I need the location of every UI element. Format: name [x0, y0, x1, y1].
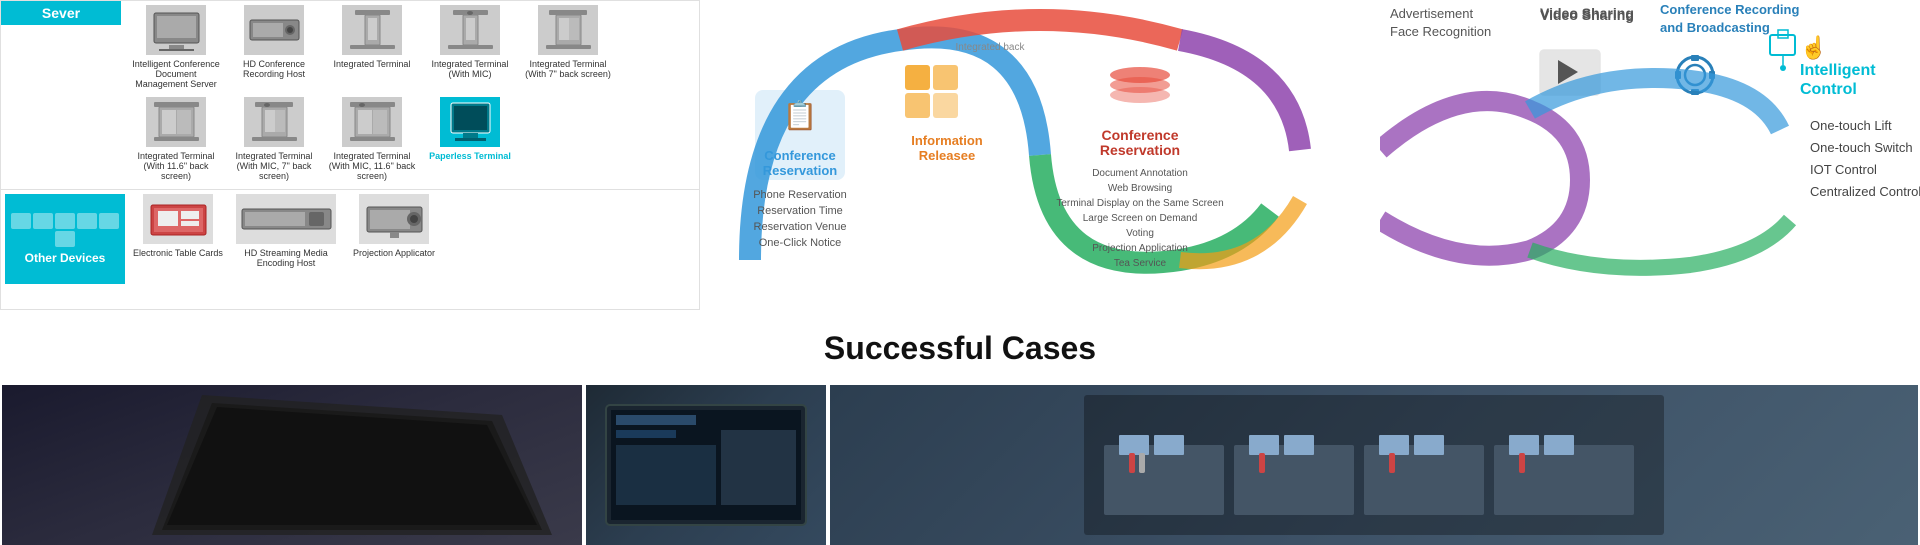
case-image-1 [2, 385, 582, 545]
left-panel: Sever Intelligent Conference Document Ma… [0, 0, 700, 310]
device-electronic-table-cards: Electronic Table Cards [133, 194, 223, 284]
mini-icon-6 [55, 231, 75, 247]
svg-text:Large Screen on Demand: Large Screen on Demand [1083, 213, 1198, 224]
svg-text:Conference: Conference [764, 148, 836, 163]
device-label-terminal-116back: Integrated Terminal (With 11.6" back scr… [131, 151, 221, 181]
device-icon-terminal-116back [146, 97, 206, 147]
device-hd-recording: HD Conference Recording Host [229, 5, 319, 89]
case-image-3-svg [830, 385, 1918, 545]
svg-text:Reservation Time: Reservation Time [757, 205, 843, 217]
device-icon-projection [359, 194, 429, 244]
successful-cases-section: Successful Cases [0, 310, 1920, 545]
diagram-svg: 📋 Conference Reservation Phone Reservati… [700, 0, 1380, 310]
mini-icon-4 [77, 213, 97, 229]
svg-text:📋: 📋 [783, 99, 818, 132]
device-label-paperless: Paperless Terminal [429, 151, 511, 161]
one-touch-lift-text: One-touch Lift [1810, 118, 1892, 133]
device-label-terminal-7back: Integrated Terminal (With 7" back screen… [523, 59, 613, 79]
device-integrated-terminal-116back: Integrated Terminal (With 11.6" back scr… [131, 97, 221, 181]
device-icon-terminal-mic [440, 5, 500, 55]
svg-text:Reservation: Reservation [763, 163, 837, 178]
device-integrated-terminal-7back: Integrated Terminal (With 7" back screen… [523, 5, 613, 89]
device-label-table-cards: Electronic Table Cards [133, 248, 223, 258]
device-label-terminal-mic-116back: Integrated Terminal (With MIC, 11.6" bac… [327, 151, 417, 181]
device-label-server1: Intelligent Conference Document Manageme… [131, 59, 221, 89]
svg-text:☝: ☝ [1800, 34, 1827, 61]
svg-text:Voting: Voting [1126, 228, 1154, 239]
bottom-row: Other Devices Electronic Table Cards [1, 189, 699, 288]
device-label-projection: Projection Applicator [353, 248, 435, 258]
one-touch-switch-text: One-touch Switch [1810, 140, 1913, 155]
device-label-terminal-mic: Integrated Terminal (With MIC) [425, 59, 515, 79]
device-paperless-terminal: Paperless Terminal [425, 97, 515, 181]
intelligent-control-label-2: Control [1800, 81, 1857, 98]
case-image-1-svg [2, 385, 582, 545]
other-devices-label: Other Devices [25, 251, 106, 265]
svg-text:One-Click Notice: One-Click Notice [759, 237, 842, 249]
mini-icon-3 [55, 213, 75, 229]
device-label-recording: HD Conference Recording Host [229, 59, 319, 79]
svg-text:Releasee: Releasee [919, 148, 975, 163]
device-hd-streaming: HD Streaming Media Encoding Host [231, 194, 341, 284]
case-image-2-svg [586, 385, 826, 545]
cases-images-row [0, 385, 1920, 545]
successful-cases-title: Successful Cases [0, 310, 1920, 377]
face-recognition-text: Face Recognition [1390, 24, 1491, 39]
conf-recording-text-1: Conference Recording [1660, 2, 1799, 17]
video-sharing-label-overlay: Video Sharing [1540, 5, 1634, 21]
right-diagram-svg: Advertisement Face Recognition Video Sha… [1380, 0, 1920, 310]
svg-text:Tea Service: Tea Service [1114, 258, 1167, 269]
device-grid: Intelligent Conference Document Manageme… [1, 1, 699, 185]
right-diagram-area: Advertisement Face Recognition Video Sha… [1380, 0, 1920, 310]
case-image-3 [830, 385, 1918, 545]
svg-text:Terminal Display on the Same S: Terminal Display on the Same Screen [1056, 198, 1223, 209]
svg-text:Web Browsing: Web Browsing [1108, 183, 1172, 194]
svg-text:Conference: Conference [1101, 127, 1178, 143]
mini-icon-2 [33, 213, 53, 229]
other-devices-box: Other Devices [5, 194, 125, 284]
conf-recording-text-2: and Broadcasting [1660, 20, 1770, 35]
device-label-terminal-mic-7back: Integrated Terminal (With MIC, 7" back s… [229, 151, 319, 181]
device-icon-paperless [440, 97, 500, 147]
device-icon-streaming [236, 194, 336, 244]
device-label-streaming: HD Streaming Media Encoding Host [231, 248, 341, 268]
svg-text:Reservation: Reservation [1100, 142, 1180, 158]
device-intelligent-conference: Intelligent Conference Document Manageme… [131, 5, 221, 89]
device-icon-terminal-mic-7back [244, 97, 304, 147]
device-projection-applicator: Projection Applicator [349, 194, 439, 284]
device-icon-recording [244, 5, 304, 55]
device-icon-server1 [146, 5, 206, 55]
svg-text:Reservation Venue: Reservation Venue [754, 221, 847, 233]
svg-text:Projection Application: Projection Application [1092, 243, 1188, 254]
svg-text:Information: Information [911, 133, 983, 148]
middle-panel: 📋 Conference Reservation Phone Reservati… [700, 0, 1380, 310]
case-image-2 [586, 385, 826, 545]
device-integrated-terminal-mic-116back: Integrated Terminal (With MIC, 11.6" bac… [327, 97, 417, 181]
device-label-terminal1: Integrated Terminal [334, 59, 411, 69]
device-icon-terminal1 [342, 5, 402, 55]
centralized-control-text: Centralized Control [1810, 184, 1920, 199]
intelligent-control-label: Intelligent [1800, 62, 1876, 79]
mini-icon-5 [99, 213, 119, 229]
advertisement-text: Advertisement [1390, 6, 1473, 21]
device-integrated-terminal-mic-7back: Integrated Terminal (With MIC, 7" back s… [229, 97, 319, 181]
device-integrated-terminal-mic: Integrated Terminal (With MIC) [425, 5, 515, 89]
device-integrated-terminal-1: Integrated Terminal [327, 5, 417, 89]
svg-text:Document Annotation: Document Annotation [1092, 168, 1188, 179]
svg-text:Phone Reservation: Phone Reservation [753, 189, 847, 201]
server-header: Sever [1, 1, 121, 25]
mini-icon-1 [11, 213, 31, 229]
iot-control-text: IOT Control [1810, 162, 1877, 177]
svg-text:Integrated back: Integrated back [956, 42, 1026, 53]
device-icon-terminal-7back [538, 5, 598, 55]
device-icon-table-cards [143, 194, 213, 244]
device-icon-terminal-mic-116back [342, 97, 402, 147]
other-device-icons [5, 213, 125, 247]
